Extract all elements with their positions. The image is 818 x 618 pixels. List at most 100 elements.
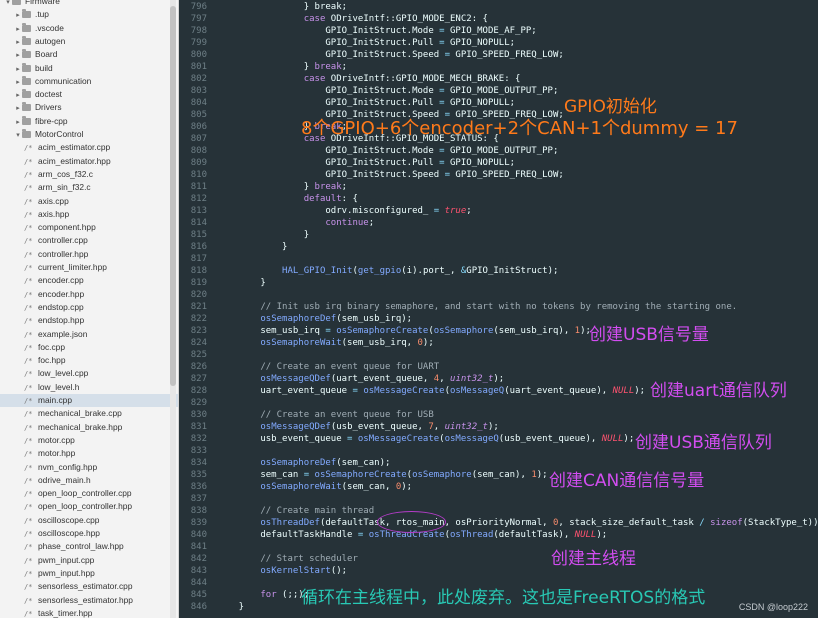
code-line[interactable]: continue; — [217, 217, 374, 229]
folder-item[interactable]: ▸ communication — [0, 75, 178, 89]
code-line[interactable]: // Create main thread — [217, 505, 374, 517]
code-line[interactable]: GPIO_InitStruct.Mode = GPIO_MODE_OUTPUT_… — [217, 85, 558, 97]
code-line[interactable]: odrv.misconfigured_ = true; — [217, 205, 471, 217]
code-line[interactable]: GPIO_InitStruct.Mode = GPIO_MODE_AF_PP; — [217, 25, 536, 37]
folder-item[interactable]: ▸ fibre-cpp — [0, 115, 178, 129]
file-item[interactable]: /* example.json — [0, 328, 178, 341]
code-line[interactable]: osSemaphoreWait(sem_usb_irq, 0); — [217, 337, 433, 349]
file-item[interactable]: /* sensorless_estimator.cpp — [0, 580, 178, 593]
file-item[interactable]: /* component.hpp — [0, 221, 178, 234]
folder-item[interactable]: ▸ .vscode — [0, 22, 178, 36]
folder-item[interactable]: ▾ Firmware — [0, 0, 174, 8]
chevron-right-icon[interactable]: ▸ — [14, 9, 22, 22]
code-line[interactable]: // Start scheduler — [217, 553, 358, 565]
code-line[interactable]: osThreadDef(defaultTask, rtos_main, osPr… — [217, 517, 818, 529]
folder-item[interactable]: ▸ Drivers — [0, 101, 178, 115]
file-item[interactable]: /* foc.cpp — [0, 341, 178, 354]
code-line[interactable]: osSemaphoreWait(sem_can, 0); — [217, 481, 412, 493]
file-item[interactable]: /* endstop.hpp — [0, 314, 178, 327]
file-item[interactable]: /* low_level.cpp — [0, 367, 178, 380]
code-line[interactable]: // Create an event queue for UART — [217, 361, 439, 373]
code-line[interactable]: GPIO_InitStruct.Pull = GPIO_NOPULL; — [217, 157, 515, 169]
file-item[interactable]: /* controller.hpp — [0, 248, 178, 261]
file-item[interactable]: /* axis.cpp — [0, 195, 178, 208]
chevron-right-icon[interactable]: ▸ — [14, 63, 22, 76]
sidebar-scrollbar[interactable] — [170, 0, 176, 618]
code-line[interactable]: GPIO_InitStruct.Pull = GPIO_NOPULL; — [217, 37, 515, 49]
code-line[interactable]: osMessageQDef(uart_event_queue, 4, uint3… — [217, 373, 504, 385]
code-editor[interactable]: 796 797 798 799 800 801 802 803 804 805 806 807 808 8… — [179, 0, 818, 618]
code-line[interactable]: case ODriveIntf::GPIO_MODE_ENC2: { — [217, 13, 488, 25]
sidebar-scrollbar-thumb[interactable] — [170, 6, 176, 386]
file-item[interactable]: /* foc.hpp — [0, 354, 178, 367]
file-item[interactable]: /* mechanical_brake.cpp — [0, 407, 178, 420]
file-item[interactable]: /* acim_estimator.hpp — [0, 155, 178, 168]
code-line[interactable]: osSemaphoreDef(sem_can); — [217, 457, 390, 469]
file-item[interactable]: /* oscilloscope.hpp — [0, 527, 178, 540]
file-item[interactable]: /* arm_cos_f32.c — [0, 168, 178, 181]
code-line[interactable]: GPIO_InitStruct.Speed = GPIO_SPEED_FREQ_… — [217, 49, 563, 61]
file-item[interactable]: /* pwm_input.cpp — [0, 554, 178, 567]
file-item[interactable]: /* odrive_main.h — [0, 474, 178, 487]
code-line[interactable]: default: { — [217, 193, 358, 205]
chevron-right-icon[interactable]: ▸ — [14, 23, 22, 36]
code-line[interactable]: sem_can = osSemaphoreCreate(osSemaphore(… — [217, 469, 547, 481]
folder-item[interactable]: ▸ doctest — [0, 88, 178, 102]
code-line[interactable]: } break; — [217, 61, 347, 73]
folder-item[interactable]: ▸ Board — [0, 48, 178, 62]
code-line[interactable]: usb_event_queue = osMessageCreate(osMess… — [217, 433, 634, 445]
code-line[interactable]: } break; — [217, 181, 347, 193]
file-item[interactable]: /* current_limiter.hpp — [0, 261, 178, 274]
file-item[interactable]: /* nvm_config.hpp — [0, 461, 178, 474]
code-line[interactable]: for (;;); — [217, 589, 309, 601]
code-line[interactable]: // Init usb irq binary semaphore, and st… — [217, 301, 737, 313]
code-line[interactable]: } break; — [217, 1, 347, 13]
file-item[interactable]: /* open_loop_controller.hpp — [0, 500, 178, 513]
chevron-right-icon[interactable]: ▸ — [14, 36, 22, 49]
folder-item[interactable]: ▸ build — [0, 62, 178, 76]
code-line[interactable]: } — [217, 277, 265, 289]
file-item[interactable]: /* pwm_input.hpp — [0, 567, 178, 580]
code-line[interactable]: HAL_GPIO_Init(get_gpio(i).port_, &GPIO_I… — [217, 265, 558, 277]
code-line[interactable]: osSemaphoreDef(sem_usb_irq); — [217, 313, 412, 325]
chevron-right-icon[interactable]: ▸ — [14, 116, 22, 129]
chevron-right-icon[interactable]: ▸ — [14, 49, 22, 62]
code-line[interactable]: } — [217, 241, 287, 253]
file-item[interactable]: /* axis.hpp — [0, 208, 178, 221]
file-item[interactable]: /* sensorless_estimator.hpp — [0, 594, 178, 607]
code-line[interactable]: osMessageQDef(usb_event_queue, 7, uint32… — [217, 421, 498, 433]
code-line[interactable]: sem_usb_irq = osSemaphoreCreate(osSemaph… — [217, 325, 591, 337]
code-line[interactable]: } — [217, 229, 309, 241]
file-item[interactable]: /* motor.hpp — [0, 447, 178, 460]
folder-item[interactable]: ▾ MotorControl — [0, 128, 178, 142]
file-item[interactable]: /* encoder.hpp — [0, 288, 178, 301]
code-line[interactable]: } — [217, 601, 244, 613]
folder-item[interactable]: ▸ .tup — [0, 8, 178, 22]
chevron-right-icon[interactable]: ▸ — [14, 102, 22, 115]
code-line[interactable]: GPIO_InitStruct.Speed = GPIO_SPEED_FREQ_… — [217, 169, 563, 181]
file-item[interactable]: /* motor.cpp — [0, 434, 178, 447]
chevron-down-icon[interactable]: ▾ — [14, 129, 22, 142]
file-item[interactable]: /* endstop.cpp — [0, 301, 178, 314]
file-item[interactable]: /* acim_estimator.cpp — [0, 141, 178, 154]
file-item[interactable]: /* arm_sin_f32.c — [0, 181, 178, 194]
line-number: 816 — [190, 242, 207, 252]
file-item[interactable]: /* mechanical_brake.hpp — [0, 421, 178, 434]
code-line[interactable]: uart_event_queue = osMessageCreate(osMes… — [217, 385, 645, 397]
folder-item[interactable]: ▸ autogen — [0, 35, 178, 49]
code-line[interactable]: case ODriveIntf::GPIO_MODE_MECH_BRAKE: { — [217, 73, 521, 85]
file-item[interactable]: /* open_loop_controller.cpp — [0, 487, 178, 500]
chevron-right-icon[interactable]: ▸ — [14, 89, 22, 102]
file-item[interactable]: /* main.cpp — [0, 394, 178, 407]
code-line[interactable]: osKernelStart(); — [217, 565, 347, 577]
chevron-right-icon[interactable]: ▸ — [14, 76, 22, 89]
file-item[interactable]: /* task_timer.hpp — [0, 607, 178, 618]
code-line[interactable]: GPIO_InitStruct.Pull = GPIO_NOPULL; — [217, 97, 515, 109]
file-item[interactable]: /* controller.cpp — [0, 234, 178, 247]
file-item[interactable]: /* low_level.h — [0, 381, 178, 394]
code-line[interactable]: // Create an event queue for USB — [217, 409, 433, 421]
code-line[interactable]: GPIO_InitStruct.Mode = GPIO_MODE_OUTPUT_… — [217, 145, 558, 157]
file-item[interactable]: /* oscilloscope.cpp — [0, 514, 178, 527]
file-item[interactable]: /* phase_control_law.hpp — [0, 540, 178, 553]
file-item[interactable]: /* encoder.cpp — [0, 274, 178, 287]
